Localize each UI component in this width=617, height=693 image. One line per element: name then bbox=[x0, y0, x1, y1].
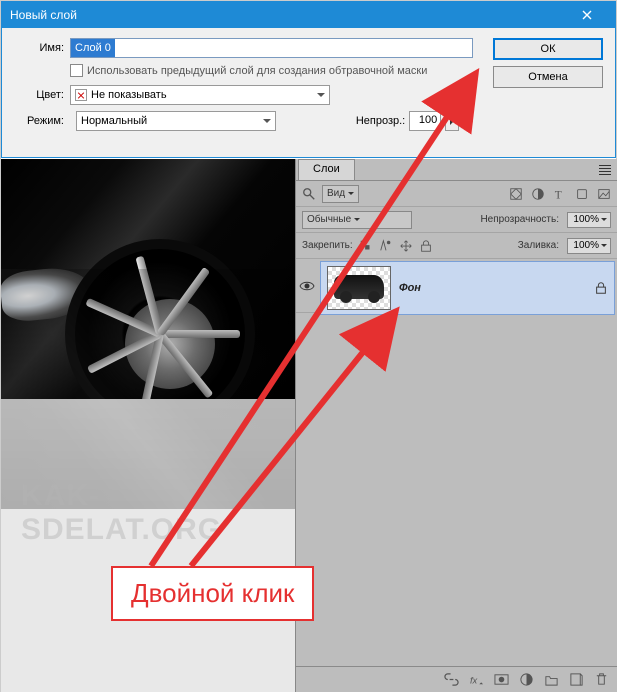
cancel-button[interactable]: Отмена bbox=[493, 66, 603, 88]
lock-row: Закрепить: Заливка: 100% bbox=[296, 233, 617, 259]
lock-all-icon[interactable] bbox=[419, 239, 433, 253]
tab-layers[interactable]: Слои bbox=[298, 159, 355, 180]
callout-text: Двойной клик bbox=[131, 578, 294, 608]
svg-text:T: T bbox=[555, 189, 562, 201]
filter-adjustment-icon[interactable] bbox=[531, 187, 545, 201]
layer-name-value: Слой 0 bbox=[71, 39, 115, 57]
layers-panel-footer: fx bbox=[296, 666, 617, 692]
dialog-body: Имя: Слой 0 Использовать предыдущий слой… bbox=[2, 28, 615, 137]
layer-opacity-input[interactable]: 100% bbox=[567, 212, 611, 228]
delete-layer-icon[interactable] bbox=[594, 672, 609, 687]
chevron-down-icon bbox=[317, 93, 325, 97]
blend-mode-value: Обычные bbox=[307, 214, 351, 225]
new-layer-dialog: Новый слой Имя: Слой 0 Использовать пред… bbox=[1, 1, 616, 158]
color-label: Цвет: bbox=[14, 89, 64, 101]
chevron-down-icon bbox=[601, 218, 607, 221]
layer-thumbnail bbox=[327, 266, 391, 310]
opacity-value: 100 bbox=[419, 114, 437, 126]
mode-value: Нормальный bbox=[81, 115, 147, 127]
layers-panel: Слои Вид T Обычные Непрозрачность: 100% bbox=[295, 159, 617, 692]
new-layer-icon[interactable] bbox=[569, 672, 584, 687]
panel-tab-bar: Слои bbox=[296, 159, 617, 181]
link-layers-icon[interactable] bbox=[444, 672, 459, 687]
cancel-label: Отмена bbox=[528, 71, 567, 83]
mode-select[interactable]: Нормальный bbox=[76, 111, 276, 131]
lock-position-icon[interactable] bbox=[399, 239, 413, 253]
ok-button[interactable]: ОК bbox=[493, 38, 603, 60]
opacity-input[interactable]: 100 bbox=[409, 111, 441, 131]
tab-layers-label: Слои bbox=[313, 163, 340, 175]
lock-icon bbox=[594, 281, 608, 295]
blend-row: Обычные Непрозрачность: 100% bbox=[296, 207, 617, 233]
menu-icon bbox=[599, 165, 611, 175]
chevron-down-icon bbox=[263, 119, 271, 123]
clip-mask-checkbox[interactable] bbox=[70, 64, 83, 77]
filter-type-icon[interactable]: T bbox=[553, 187, 567, 201]
dialog-title: Новый слой bbox=[10, 8, 77, 22]
blend-mode-select[interactable]: Обычные bbox=[302, 211, 412, 229]
opacity-stepper[interactable] bbox=[445, 111, 459, 131]
filter-type-label: Вид bbox=[327, 188, 345, 199]
lock-transparency-icon[interactable] bbox=[359, 239, 373, 253]
filter-type-select[interactable]: Вид bbox=[322, 185, 359, 203]
layer-item-background[interactable]: Фон bbox=[320, 261, 615, 315]
layer-group-icon[interactable] bbox=[544, 672, 559, 687]
search-icon[interactable] bbox=[302, 187, 316, 201]
close-icon bbox=[582, 10, 592, 20]
chevron-down-icon bbox=[354, 218, 360, 221]
opacity-suffix: % bbox=[463, 115, 473, 127]
no-color-swatch-icon bbox=[75, 89, 87, 101]
lock-label: Закрепить: bbox=[302, 240, 353, 251]
svg-text:fx: fx bbox=[470, 675, 478, 685]
annotation-callout: Двойной клик bbox=[111, 566, 314, 621]
dialog-titlebar: Новый слой bbox=[2, 2, 615, 28]
layer-name-input[interactable]: Слой 0 bbox=[70, 38, 473, 58]
ok-label: ОК bbox=[541, 43, 556, 55]
layer-name-label: Фон bbox=[399, 282, 421, 294]
fill-label: Заливка: bbox=[518, 240, 559, 251]
layer-list: Фон bbox=[296, 259, 617, 666]
chevron-down-icon bbox=[601, 244, 607, 247]
opacity-label: Непрозр.: bbox=[356, 115, 405, 127]
filter-pixel-icon[interactable] bbox=[509, 187, 523, 201]
color-value: Не показывать bbox=[91, 89, 167, 101]
filter-shape-icon[interactable] bbox=[575, 187, 589, 201]
panel-menu-button[interactable] bbox=[593, 159, 617, 180]
adjustment-layer-icon[interactable] bbox=[519, 672, 534, 687]
layer-style-icon[interactable]: fx bbox=[469, 672, 484, 687]
layer-mask-icon[interactable] bbox=[494, 672, 509, 687]
layer-opacity-value: 100% bbox=[573, 214, 599, 225]
filter-row: Вид T bbox=[296, 181, 617, 207]
visibility-toggle[interactable] bbox=[299, 280, 315, 292]
lock-pixels-icon[interactable] bbox=[379, 239, 393, 253]
name-label: Имя: bbox=[14, 42, 64, 54]
mode-label: Режим: bbox=[14, 115, 64, 127]
filter-smart-icon[interactable] bbox=[597, 187, 611, 201]
chevron-down-icon bbox=[348, 192, 354, 195]
watermark-text: KAK-SDELAT.ORG bbox=[21, 479, 295, 547]
triangle-right-icon bbox=[450, 117, 454, 125]
fill-value: 100% bbox=[573, 240, 599, 251]
color-select[interactable]: Не показывать bbox=[70, 85, 330, 105]
clip-mask-label: Использовать предыдущий слой для создани… bbox=[87, 65, 427, 77]
fill-input[interactable]: 100% bbox=[567, 238, 611, 254]
dialog-close-button[interactable] bbox=[567, 5, 607, 25]
layer-opacity-label: Непрозрачность: bbox=[480, 214, 559, 225]
